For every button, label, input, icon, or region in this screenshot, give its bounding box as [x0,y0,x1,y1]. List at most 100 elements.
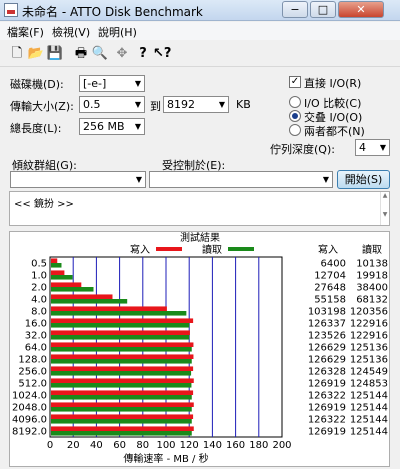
y-tick-label: 4096.0 [12,415,47,426]
x-tick-label: 180 [249,440,268,451]
read-value: 125144 [350,391,388,402]
write-bar [51,294,113,299]
write-bar [51,342,194,347]
title-bar: 未命名 - ATTO Disk Benchmark − □ ✕ [0,0,400,21]
close-button[interactable]: ✕ [338,1,384,18]
print-icon[interactable]: 🖶 [72,45,90,63]
neither-label: 兩者都不(N) [304,125,365,138]
read-value: 124549 [350,367,388,378]
x-tick-label: 80 [136,440,149,451]
write-value: 126328 [308,367,346,378]
write-value: 126629 [308,355,346,366]
total-length-value: 256 MB [83,120,125,133]
write-value: 55158 [314,295,346,306]
write-bar [51,282,82,287]
y-tick-label: 1024.0 [12,391,47,402]
print-preview-icon[interactable]: 🔍 [91,45,109,63]
write-bar [51,258,58,263]
read-value: 125144 [350,415,388,426]
read-bar [51,359,192,364]
description-textarea[interactable]: << 鏡扮 >> ▲ ▼ [9,191,390,226]
total-length-select[interactable]: 256 MB ▼ [79,118,145,135]
read-value: 124853 [350,379,388,390]
open-icon[interactable]: 📂 [27,45,45,63]
write-value: 126322 [308,391,346,402]
help-icon[interactable]: ? [134,45,152,63]
x-tick-label: 0 [47,440,53,451]
write-bar [51,366,194,371]
controlled-by-select[interactable]: ▼ [10,171,146,188]
maximize-button[interactable]: □ [310,1,336,18]
read-value: 125144 [350,427,388,438]
menu-help[interactable]: 說明(H) [98,24,137,40]
legend-write-label: 寫入 [130,243,150,256]
new-icon[interactable]: 🗋 [8,45,26,63]
queue-depth-select[interactable]: 4 ▼ [355,139,390,156]
write-column-header: 寫入 [318,243,338,256]
start-button[interactable]: 開始(S) [337,170,390,189]
write-value: 126337 [308,319,346,330]
legend-read-swatch [228,247,254,251]
minimize-button[interactable]: − [282,1,308,18]
menu-bar: 檔案(F) 檢視(V) 說明(H) [0,22,400,40]
window-title: 未命名 - ATTO Disk Benchmark [22,5,203,19]
y-tick-label: 32.0 [25,331,47,342]
chevron-down-icon: ▼ [379,143,386,152]
menu-view[interactable]: 檢視(V) [52,24,90,40]
y-tick-label: 512.0 [18,379,47,390]
write-value: 103198 [308,307,346,318]
textarea-scrollbar[interactable]: ▲ ▼ [380,192,389,225]
y-tick-label: 1.0 [31,271,47,282]
write-value: 6400 [321,259,346,270]
y-tick-label: 0.5 [31,259,47,270]
y-tick-label: 2.0 [31,283,47,294]
x-tick-label: 60 [113,440,126,451]
drive-label: 磁碟機(D): [10,78,64,91]
chart-title: 測試結果 [180,232,220,244]
write-bar [51,354,194,359]
scroll-down-icon[interactable]: ▼ [381,211,389,218]
write-value: 126919 [308,427,346,438]
chevron-down-icon: ▼ [322,175,329,184]
neither-radio[interactable] [289,124,301,136]
chevron-down-icon: ▼ [134,79,141,88]
write-bar [51,330,190,335]
queue-depth-label: 佇列深度(Q): [270,143,335,156]
read-bar [51,311,187,316]
transfer-to-select[interactable]: 8192 ▼ [163,96,229,113]
x-tick-label: 20 [67,440,80,451]
app-icon [4,3,18,17]
write-bar [51,318,194,323]
x-tick-label: 140 [203,440,222,451]
x-axis-label: 傳輸速率 - MB / 秒 [123,452,208,465]
read-value: 125136 [350,343,388,354]
direct-io-checkbox[interactable]: ✓ [289,76,301,88]
write-value: 123526 [308,331,346,342]
x-tick-label: 120 [180,440,199,451]
menu-file[interactable]: 檔案(F) [7,24,44,40]
scroll-up-icon[interactable]: ▲ [381,192,389,199]
transfer-from-select[interactable]: 0.5 ▼ [79,96,145,113]
transfer-from-value: 0.5 [83,98,101,111]
chevron-down-icon: ▼ [134,100,141,109]
overlapped-io-radio[interactable] [289,110,301,122]
write-value: 27648 [314,283,346,294]
y-tick-label: 4.0 [31,295,47,306]
move-icon[interactable]: ✥ [113,45,131,63]
legend-read-label: 讀取 [202,243,222,256]
read-value: 68132 [356,295,388,306]
y-tick-label: 16.0 [25,319,47,330]
io-compare-radio[interactable] [289,96,301,108]
read-value: 120356 [350,307,388,318]
write-bar [51,378,194,383]
context-help-icon[interactable]: ↖? [153,45,171,63]
controlled-select[interactable]: ▼ [149,171,333,188]
drive-select[interactable]: [-e-] ▼ [79,75,145,92]
transfer-size-label: 傳輸大小(Z): [10,100,74,113]
write-bar [51,402,194,407]
total-length-label: 總長度(L): [10,122,62,135]
to-label: 到 [150,100,161,113]
save-icon[interactable]: 💾 [46,45,64,63]
direct-io-label: 直接 I/O(R) [304,77,362,90]
read-value: 10138 [356,259,388,270]
